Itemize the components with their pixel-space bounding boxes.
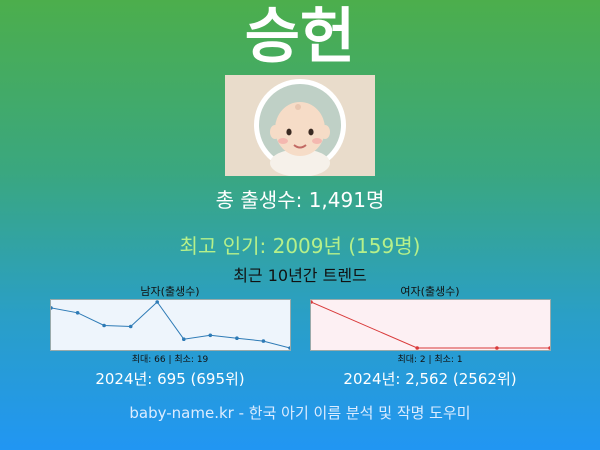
male-chart-point-2018 bbox=[128, 324, 133, 329]
male-chart-point-2015 bbox=[51, 306, 53, 310]
male-chart-point-2019 bbox=[155, 300, 159, 304]
male-chart bbox=[50, 299, 291, 351]
female-chart-point-2015 bbox=[311, 300, 313, 304]
male-chart-point-2021 bbox=[208, 333, 213, 338]
male-chart-label: 남자(출생수) bbox=[140, 285, 200, 298]
male-chart-point-2022 bbox=[235, 336, 239, 340]
male-chart-point-2023 bbox=[261, 339, 266, 343]
female-chart-point-2024 bbox=[548, 346, 550, 350]
female-2024-rank: 2024년: 2,562 (2562위) bbox=[343, 370, 517, 388]
peak-popularity-text: 최고 인기: 2009년 (159명) bbox=[179, 234, 421, 258]
female-chart bbox=[310, 299, 551, 351]
male-chart-point-2024 bbox=[288, 346, 290, 350]
male-chart-minmax: 최대: 66 | 최소: 19 bbox=[131, 355, 209, 365]
trend-section-title: 최근 10년간 트렌드 bbox=[233, 266, 367, 285]
male-chart-point-2016 bbox=[75, 311, 80, 315]
female-chart-series-line bbox=[311, 301, 550, 349]
baby-name-title: 승헌 bbox=[244, 2, 356, 72]
male-chart-point-2017 bbox=[102, 323, 106, 328]
female-chart-point-2022 bbox=[495, 346, 499, 350]
female-chart-point-2019 bbox=[415, 346, 419, 350]
female-chart-minmax: 최대: 2 | 최소: 1 bbox=[397, 355, 463, 365]
male-2024-rank: 2024년: 695 (695위) bbox=[95, 370, 245, 388]
female-chart-label: 여자(출생수) bbox=[400, 285, 460, 298]
footer-site-credit: baby-name.kr - 한국 아기 이름 분석 및 작명 도우미 bbox=[129, 404, 471, 422]
male-chart-point-2020 bbox=[182, 337, 186, 341]
total-births-text: 총 출생수: 1,491명 bbox=[215, 188, 385, 212]
baby-illustration bbox=[225, 75, 375, 176]
male-chart-series-line bbox=[51, 301, 290, 349]
